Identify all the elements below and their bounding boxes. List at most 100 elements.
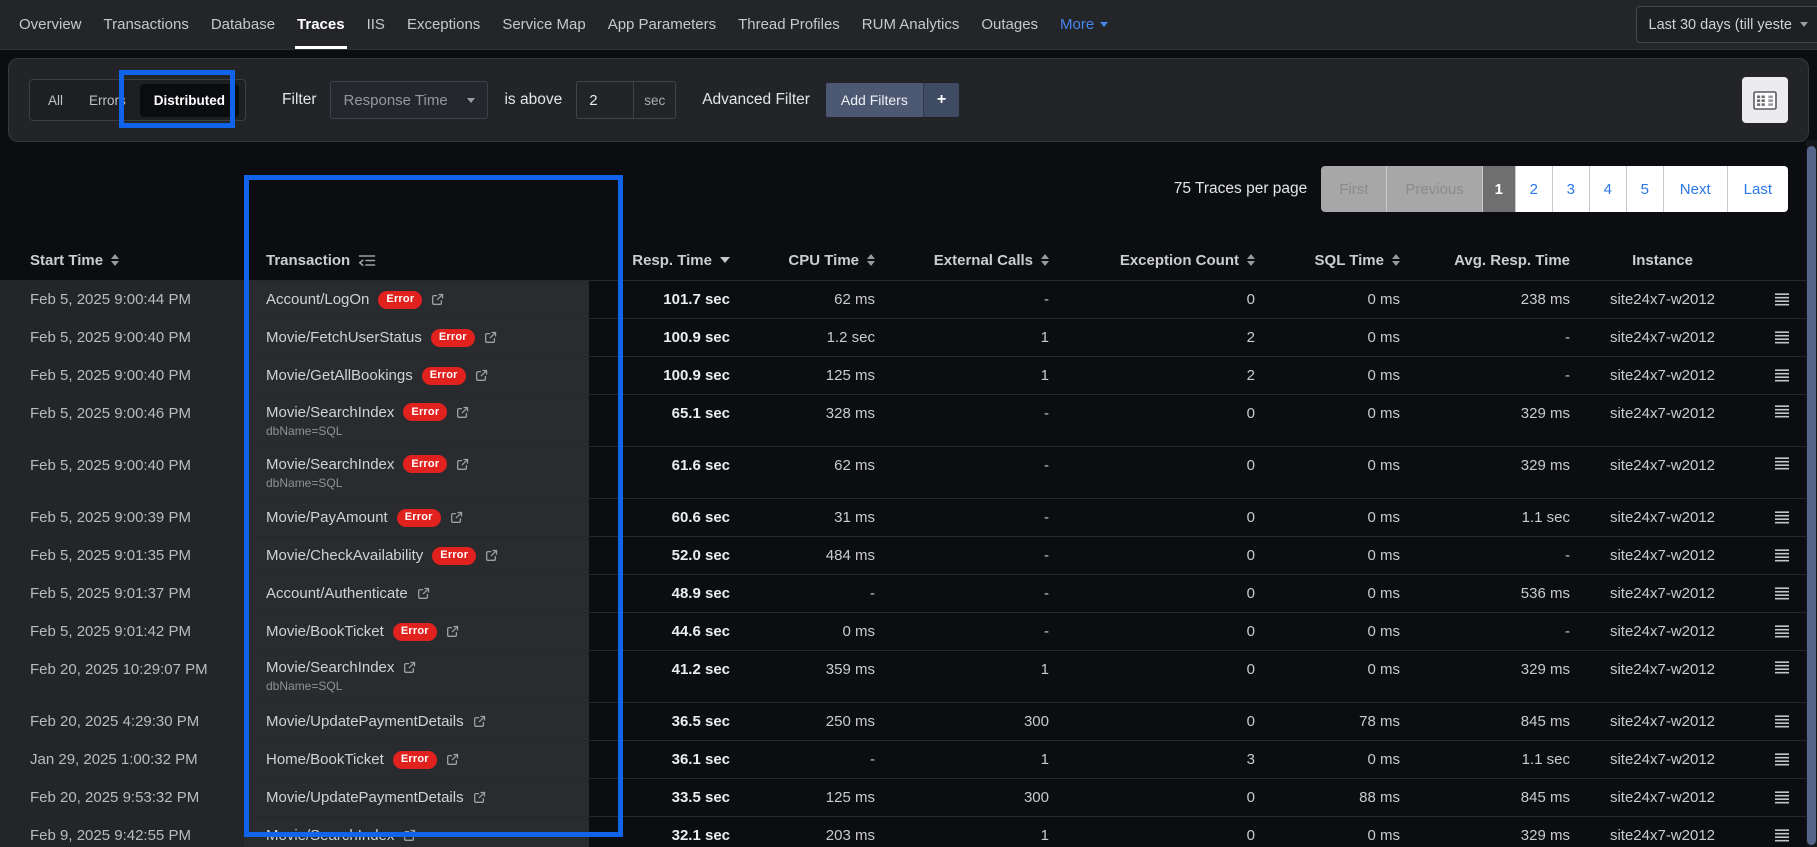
external-calls-cell: 300: [1023, 713, 1049, 730]
page-button-next[interactable]: Next: [1662, 166, 1727, 212]
transaction-link[interactable]: Movie/FetchUserStatus: [266, 329, 422, 346]
sort-icon[interactable]: [1041, 253, 1049, 267]
transaction-line: Account/LogOn Error: [266, 290, 444, 309]
sort-icon[interactable]: [867, 253, 875, 267]
segment-errors[interactable]: Errors: [77, 85, 138, 116]
external-link-icon[interactable]: [403, 829, 416, 842]
transaction-link[interactable]: Movie/UpdatePaymentDetails: [266, 713, 464, 730]
filter-field-dropdown[interactable]: Response Time: [330, 81, 489, 119]
column-header-instance[interactable]: Instance: [1570, 252, 1755, 269]
transaction-link[interactable]: Movie/SearchIndex: [266, 456, 394, 473]
external-link-icon[interactable]: [417, 587, 430, 600]
row-menu-button[interactable]: [1774, 791, 1790, 804]
external-link-icon[interactable]: [473, 791, 486, 804]
column-header-start-time[interactable]: Start Time: [0, 252, 244, 269]
column-header-avg-resp-time[interactable]: Avg. Resp. Time: [1400, 252, 1570, 269]
transaction-link[interactable]: Movie/BookTicket: [266, 623, 384, 640]
cpu-time-cell: 1.2 sec: [826, 329, 875, 346]
transaction-link[interactable]: Movie/PayAmount: [266, 509, 388, 526]
transaction-link[interactable]: Account/LogOn: [266, 291, 369, 308]
nav-tab-exceptions[interactable]: Exceptions: [396, 0, 491, 49]
column-header-cpu-time[interactable]: CPU Time: [730, 252, 875, 269]
row-menu-button[interactable]: [1774, 549, 1790, 562]
column-picker-button[interactable]: [1742, 77, 1788, 123]
nav-tab-rum-analytics[interactable]: RUM Analytics: [851, 0, 971, 49]
nav-tab-traces[interactable]: Traces: [286, 0, 356, 49]
column-header-label: SQL Time: [1314, 251, 1384, 269]
instance-cell: site24x7-w2012: [1609, 547, 1716, 564]
page-button-1[interactable]: 1: [1481, 166, 1515, 212]
page-button-4[interactable]: 4: [1588, 166, 1626, 212]
transaction-link[interactable]: Movie/SearchIndex: [266, 827, 394, 844]
page-button-2[interactable]: 2: [1514, 166, 1552, 212]
row-menu-button[interactable]: [1774, 331, 1790, 344]
page-button-first[interactable]: First: [1321, 166, 1387, 212]
row-menu-button[interactable]: [1774, 829, 1790, 842]
column-header-sql-time[interactable]: SQL Time: [1255, 252, 1400, 269]
external-link-icon[interactable]: [403, 661, 416, 674]
row-menu-button[interactable]: [1774, 369, 1790, 382]
row-menu-button[interactable]: [1774, 457, 1790, 470]
transaction-link[interactable]: Account/Authenticate: [266, 585, 408, 602]
row-menu-button[interactable]: [1774, 511, 1790, 524]
sort-icon[interactable]: [1247, 253, 1255, 267]
scrollbar-thumb[interactable]: [1807, 146, 1816, 845]
transaction-link[interactable]: Movie/GetAllBookings: [266, 367, 413, 384]
nav-tab-label: Service Map: [502, 16, 586, 33]
page-button-previous[interactable]: Previous: [1386, 166, 1482, 212]
external-link-icon[interactable]: [484, 331, 497, 344]
column-header-external-calls[interactable]: External Calls: [875, 252, 1049, 269]
column-header-resp-time[interactable]: Resp. Time: [589, 252, 730, 269]
column-header-exception-count[interactable]: Exception Count: [1049, 252, 1255, 269]
row-menu-button[interactable]: [1774, 661, 1790, 674]
external-link-icon[interactable]: [456, 458, 469, 471]
page-button-last[interactable]: Last: [1726, 166, 1788, 212]
page-button-3[interactable]: 3: [1551, 166, 1589, 212]
external-link-icon[interactable]: [450, 511, 463, 524]
nav-tab-app-parameters[interactable]: App Parameters: [597, 0, 727, 49]
sort-descending-icon[interactable]: [720, 257, 730, 263]
add-filter-plus-button[interactable]: +: [922, 83, 960, 117]
nav-tab-service-map[interactable]: Service Map: [491, 0, 596, 49]
nav-tab-thread-profiles[interactable]: Thread Profiles: [727, 0, 851, 49]
external-link-icon[interactable]: [485, 549, 498, 562]
exception-count-cell: 0: [1246, 789, 1255, 806]
column-header-transaction[interactable]: Transaction: [244, 252, 589, 269]
row-menu-button[interactable]: [1774, 293, 1790, 306]
segment-all[interactable]: All: [36, 85, 75, 116]
add-filters-button[interactable]: Add Filters: [825, 83, 923, 117]
nav-tab-iis[interactable]: IIS: [356, 0, 396, 49]
row-menu-button[interactable]: [1774, 753, 1790, 766]
transaction-link[interactable]: Movie/UpdatePaymentDetails: [266, 789, 464, 806]
row-menu-cell: [1755, 395, 1808, 446]
date-range-picker[interactable]: Last 30 days (till yeste: [1635, 6, 1817, 43]
external-link-icon[interactable]: [475, 369, 488, 382]
transaction-link[interactable]: Home/BookTicket: [266, 751, 384, 768]
external-link-icon[interactable]: [473, 715, 486, 728]
segment-distributed[interactable]: Distributed: [139, 83, 240, 117]
sort-icon[interactable]: [111, 253, 120, 267]
nav-tab-more[interactable]: More: [1049, 0, 1119, 49]
external-link-icon[interactable]: [446, 625, 459, 638]
row-menu-button[interactable]: [1774, 587, 1790, 600]
external-link-icon[interactable]: [431, 293, 444, 306]
transaction-reorder-icon[interactable]: [358, 254, 376, 267]
transaction-link[interactable]: Movie/SearchIndex: [266, 404, 394, 421]
external-link-icon[interactable]: [456, 406, 469, 419]
transaction-link[interactable]: Movie/CheckAvailability: [266, 547, 423, 564]
threshold-input[interactable]: [577, 82, 634, 118]
page-button-5[interactable]: 5: [1625, 166, 1663, 212]
row-menu-cell: [1755, 319, 1808, 356]
nav-tab-database[interactable]: Database: [200, 0, 286, 49]
row-menu-button[interactable]: [1774, 405, 1790, 418]
external-link-icon[interactable]: [446, 753, 459, 766]
transaction-link[interactable]: Movie/SearchIndex: [266, 659, 394, 676]
sort-icon[interactable]: [1392, 253, 1400, 267]
nav-tab-overview[interactable]: Overview: [8, 0, 93, 49]
sql-time-cell: 0 ms: [1367, 509, 1400, 526]
row-menu-button[interactable]: [1774, 715, 1790, 728]
row-menu-button[interactable]: [1774, 625, 1790, 638]
transaction-line: Movie/SearchIndex Error: [266, 403, 469, 421]
nav-tab-outages[interactable]: Outages: [970, 0, 1049, 49]
nav-tab-transactions[interactable]: Transactions: [93, 0, 200, 49]
